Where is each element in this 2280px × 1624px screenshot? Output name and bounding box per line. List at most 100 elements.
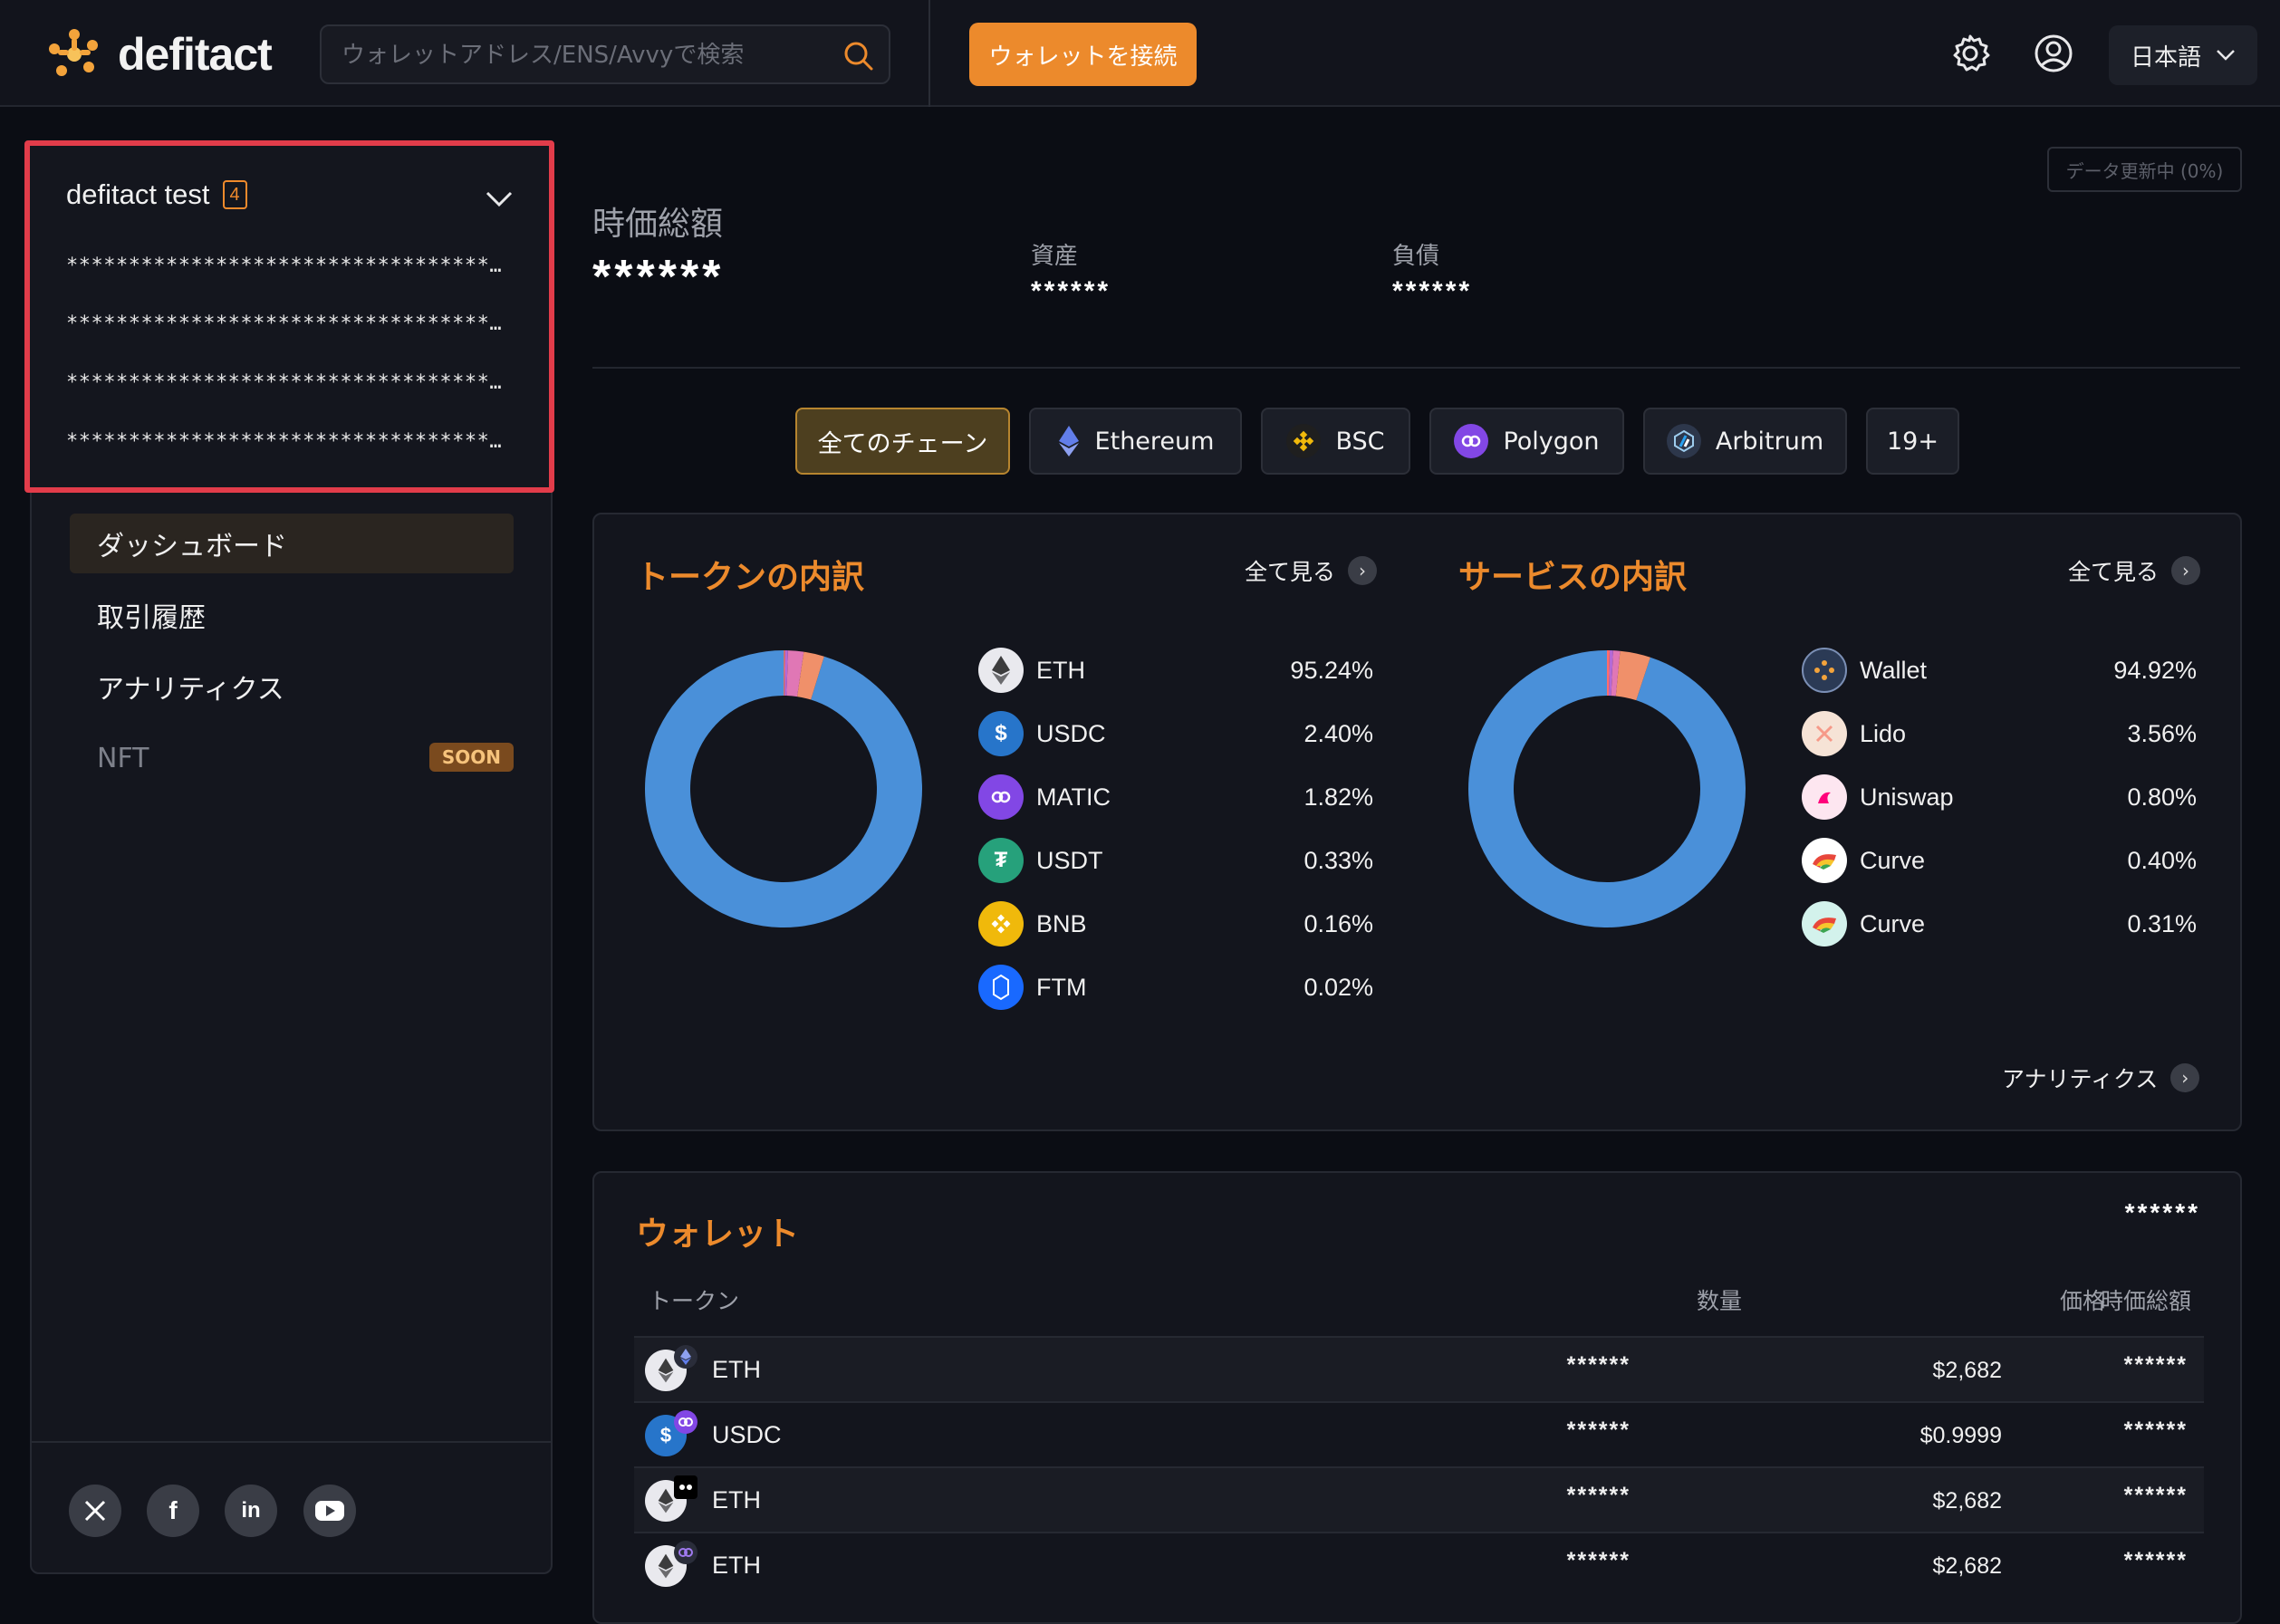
service-name: Uniswap [1860,783,1954,812]
assets-label: 資産 [1031,237,1078,271]
account-selector[interactable]: defitact test 4 ************************… [24,140,554,493]
token-market-value: ****** [2006,1352,2188,1379]
wallet-address[interactable]: **********************************… [66,430,502,453]
service-percent: 94.92% [2113,657,2197,685]
total-value-label: 時価総額 [592,197,723,245]
facebook-icon[interactable]: f [147,1485,199,1537]
token-name: BNB [1036,910,1087,938]
service-legend-row[interactable]: Lido 3.56% [1802,711,2197,756]
wallet-total-value: ****** [2125,1198,2200,1227]
column-header-token[interactable]: トークン [649,1283,739,1316]
bnb-icon [1286,424,1321,458]
table-row[interactable]: ETH ****** $2,682 ****** [634,1466,2204,1532]
breakdown-panel: トークンの内訳 全て見る › ETH 95.24% $ USDC 2.40% M… [592,513,2242,1131]
wallet-address[interactable]: **********************************… [66,312,502,335]
nav-item-label: NFT [97,743,149,774]
ftm-icon [978,965,1024,1010]
token-see-all-link[interactable]: 全て見る › [1245,554,1377,587]
ethereum-icon [1057,424,1081,458]
user-icon[interactable] [2033,33,2074,74]
service-legend-row[interactable]: Uniswap 0.80% [1802,774,2197,820]
polygon-icon [1454,424,1488,458]
analytics-link[interactable]: アナリティクス › [2002,1062,2199,1094]
chain-filter-all[interactable]: 全てのチェーン [795,408,1010,475]
service-name: Wallet [1860,657,1927,685]
logo[interactable]: defitact [45,25,272,83]
chain-filter-ethereum[interactable]: Ethereum [1029,408,1242,475]
sidebar-footer: f in [32,1441,551,1572]
chain-filter-bsc[interactable]: BSC [1261,408,1410,475]
token-legend-row[interactable]: BNB 0.16% [978,901,1373,947]
column-header-quantity[interactable]: 数量 [1515,1283,1742,1316]
nav-item-history[interactable]: 取引履歴 [70,585,514,645]
usdt-icon: ₮ [978,838,1024,883]
lido-icon [1802,711,1847,756]
nav-item-analytics[interactable]: アナリティクス [70,657,514,716]
header-divider [928,0,930,107]
x-icon[interactable] [69,1485,121,1537]
table-row[interactable]: ETH ****** $2,682 ****** [634,1336,2204,1401]
table-row[interactable]: ETH ****** $2,682 ****** [634,1532,2204,1597]
token-legend-row[interactable]: MATIC 1.82% [978,774,1373,820]
optimism-chain-icon [674,1475,697,1499]
token-legend-row[interactable]: $ USDC 2.40% [978,711,1373,756]
gear-icon[interactable] [1949,33,1991,74]
token-price: $2,682 [1821,1358,2002,1384]
service-percent: 0.80% [2127,783,2197,812]
search-box[interactable] [320,24,890,84]
chevron-right-icon: › [2170,1063,2199,1092]
chain-label: 全てのチェーン [818,424,988,459]
soon-badge: SOON [429,743,514,772]
chain-filter-polygon[interactable]: Polygon [1429,408,1624,475]
service-name: Curve [1860,910,1925,938]
curve-icon [1802,901,1847,947]
token-name: ETH [1036,657,1085,685]
token-name: USDT [1036,847,1103,875]
youtube-icon[interactable] [303,1485,356,1537]
column-header-market-value[interactable]: 時価総額 [1965,1283,2191,1316]
chevron-down-icon[interactable] [484,184,515,215]
wallet-address[interactable]: **********************************… [66,255,502,277]
token-breakdown-title: トークンの内訳 [636,551,864,598]
see-all-label: 全て見る [2068,554,2159,587]
token-legend-row[interactable]: ₮ USDT 0.33% [978,838,1373,883]
connect-wallet-button[interactable]: ウォレットを接続 [969,23,1197,86]
chain-filter-more[interactable]: 19+ [1866,408,1959,475]
total-value: ****** [592,250,724,304]
token-quantity: ****** [1449,1483,1631,1509]
token-market-value: ****** [2006,1548,2188,1574]
service-legend-row[interactable]: Curve 0.40% [1802,838,2197,883]
see-all-label: 全て見る [1245,554,1335,587]
account-name: defitact test [66,178,210,211]
wallet-panel: ウォレット ****** トークン 数量 価格 時価総額 ETH ****** … [592,1171,2242,1624]
table-row[interactable]: $ USDC ****** $0.9999 ****** [634,1401,2204,1466]
token-legend-row[interactable]: ETH 95.24% [978,648,1373,693]
assets-value: ****** [1031,276,1111,307]
token-percent: 1.82% [1304,783,1373,812]
service-see-all-link[interactable]: 全て見る › [2068,554,2200,587]
language-select[interactable]: 日本語 [2109,25,2257,85]
service-legend-row[interactable]: Curve 0.31% [1802,901,2197,947]
search-input[interactable] [340,35,811,75]
data-updating-button[interactable]: データ更新中 (0%) [2047,147,2242,192]
token-quantity: ****** [1449,1352,1631,1379]
nav-item-dashboard[interactable]: ダッシュボード [70,514,514,573]
polygon-chain-icon [674,1410,697,1434]
token-market-value: ****** [2006,1483,2188,1509]
token-name: USDC [1036,720,1106,748]
service-legend-row[interactable]: Wallet 94.92% [1802,648,2197,693]
polygon-chain-icon [674,1541,697,1564]
service-name: Curve [1860,847,1925,875]
wallet-address[interactable]: **********************************… [66,371,502,394]
chevron-down-icon [2216,49,2236,62]
service-percent: 3.56% [2127,720,2197,748]
token-legend-row[interactable]: FTM 0.02% [978,965,1373,1010]
service-donut-chart [1468,650,1746,927]
linkedin-icon[interactable]: in [225,1485,277,1537]
token-percent: 0.33% [1304,847,1373,875]
nav-item-label: 取引履歴 [97,595,206,635]
chain-label: Ethereum [1095,428,1215,456]
search-icon[interactable] [842,39,876,73]
chain-filter-arbitrum[interactable]: Arbitrum [1643,408,1847,475]
top-header: defitact ウォレットを接続 日本語 [0,0,2280,107]
